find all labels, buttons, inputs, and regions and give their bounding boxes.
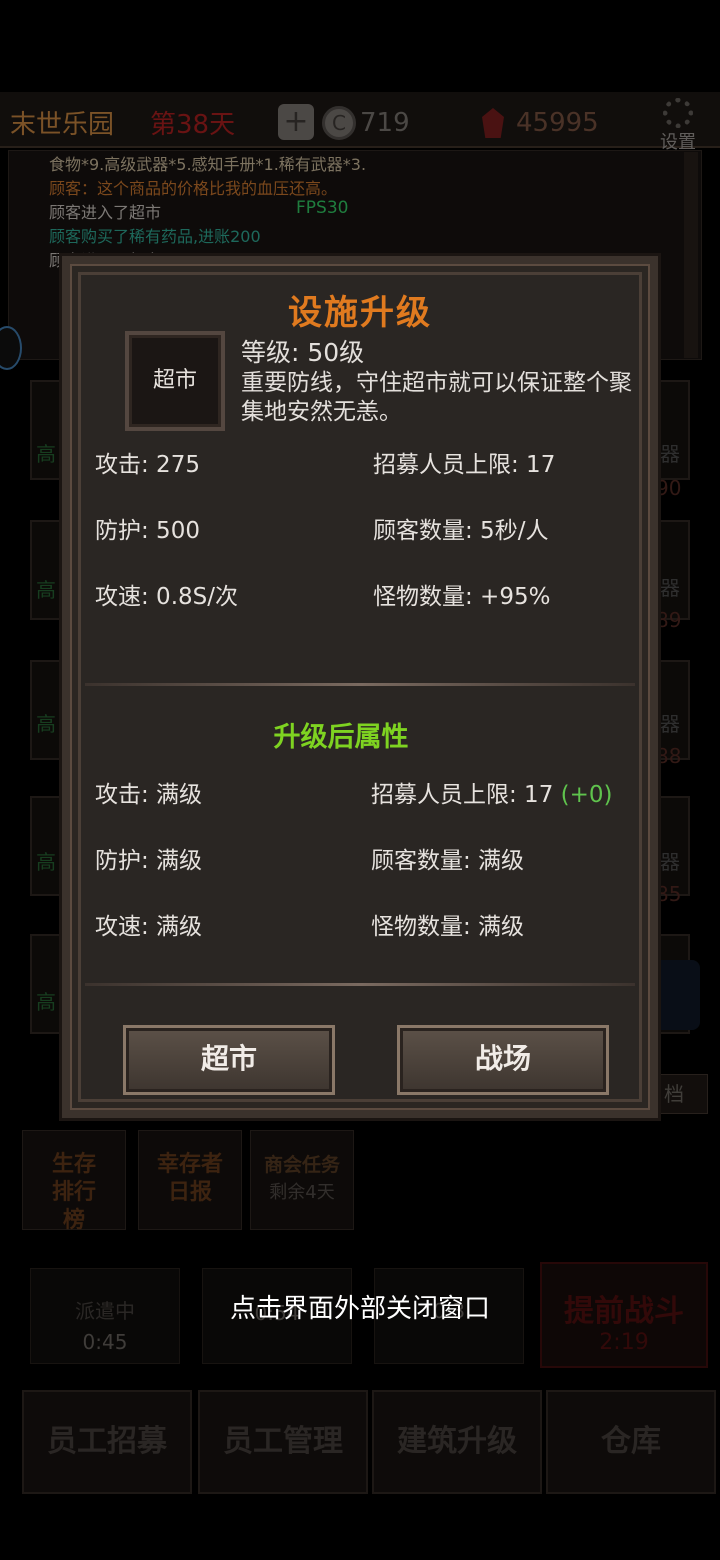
close-hint: 点击界面外部关闭窗口	[229, 1294, 490, 1324]
battle-button[interactable]: 战场	[397, 1025, 609, 1095]
after-recruit-delta: (+0)	[560, 782, 613, 808]
after-recruit-limit: 招募人员上限: 17 (+0)	[371, 775, 613, 809]
stat-customers: 顾客数量: 5秒/人	[373, 518, 549, 544]
market-button[interactable]: 超市	[123, 1025, 335, 1095]
dialog-title: 设施升级	[288, 293, 432, 333]
stat-speed: 攻速: 0.8S/次	[95, 584, 238, 610]
stat-defense: 防护: 500	[95, 518, 200, 544]
game-screen: 末世乐园 第38天 + C 719 45995 设置 食物*9.高级武器*5.感…	[0, 0, 720, 1560]
after-speed: 攻速: 满级	[95, 914, 203, 940]
after-upgrade-title: 升级后属性	[273, 722, 409, 753]
after-attack: 攻击: 满级	[95, 782, 203, 808]
stat-recruit-limit: 招募人员上限: 17	[373, 452, 556, 478]
dialog-body: 设施升级 超市 等级: 50级 重要防线，守住超市就可以保证整个聚集地安然无恙。…	[78, 272, 642, 1102]
facility-description: 重要防线，守住超市就可以保证整个聚集地安然无恙。	[241, 370, 632, 425]
after-monsters: 怪物数量: 满级	[371, 914, 525, 940]
after-defense: 防护: 满级	[95, 848, 203, 874]
after-recruit-value: 招募人员上限: 17	[371, 782, 554, 808]
stat-attack: 攻击: 275	[95, 452, 200, 478]
upgrade-dialog: 设施升级 超市 等级: 50级 重要防线，守住超市就可以保证整个聚集地安然无恙。…	[62, 256, 658, 1118]
facility-icon: 超市	[125, 331, 225, 431]
stat-monsters: 怪物数量: +95%	[373, 584, 551, 610]
facility-level: 等级: 50级	[241, 338, 365, 367]
after-customers: 顾客数量: 满级	[371, 848, 525, 874]
divider	[85, 983, 635, 986]
divider	[85, 683, 635, 686]
